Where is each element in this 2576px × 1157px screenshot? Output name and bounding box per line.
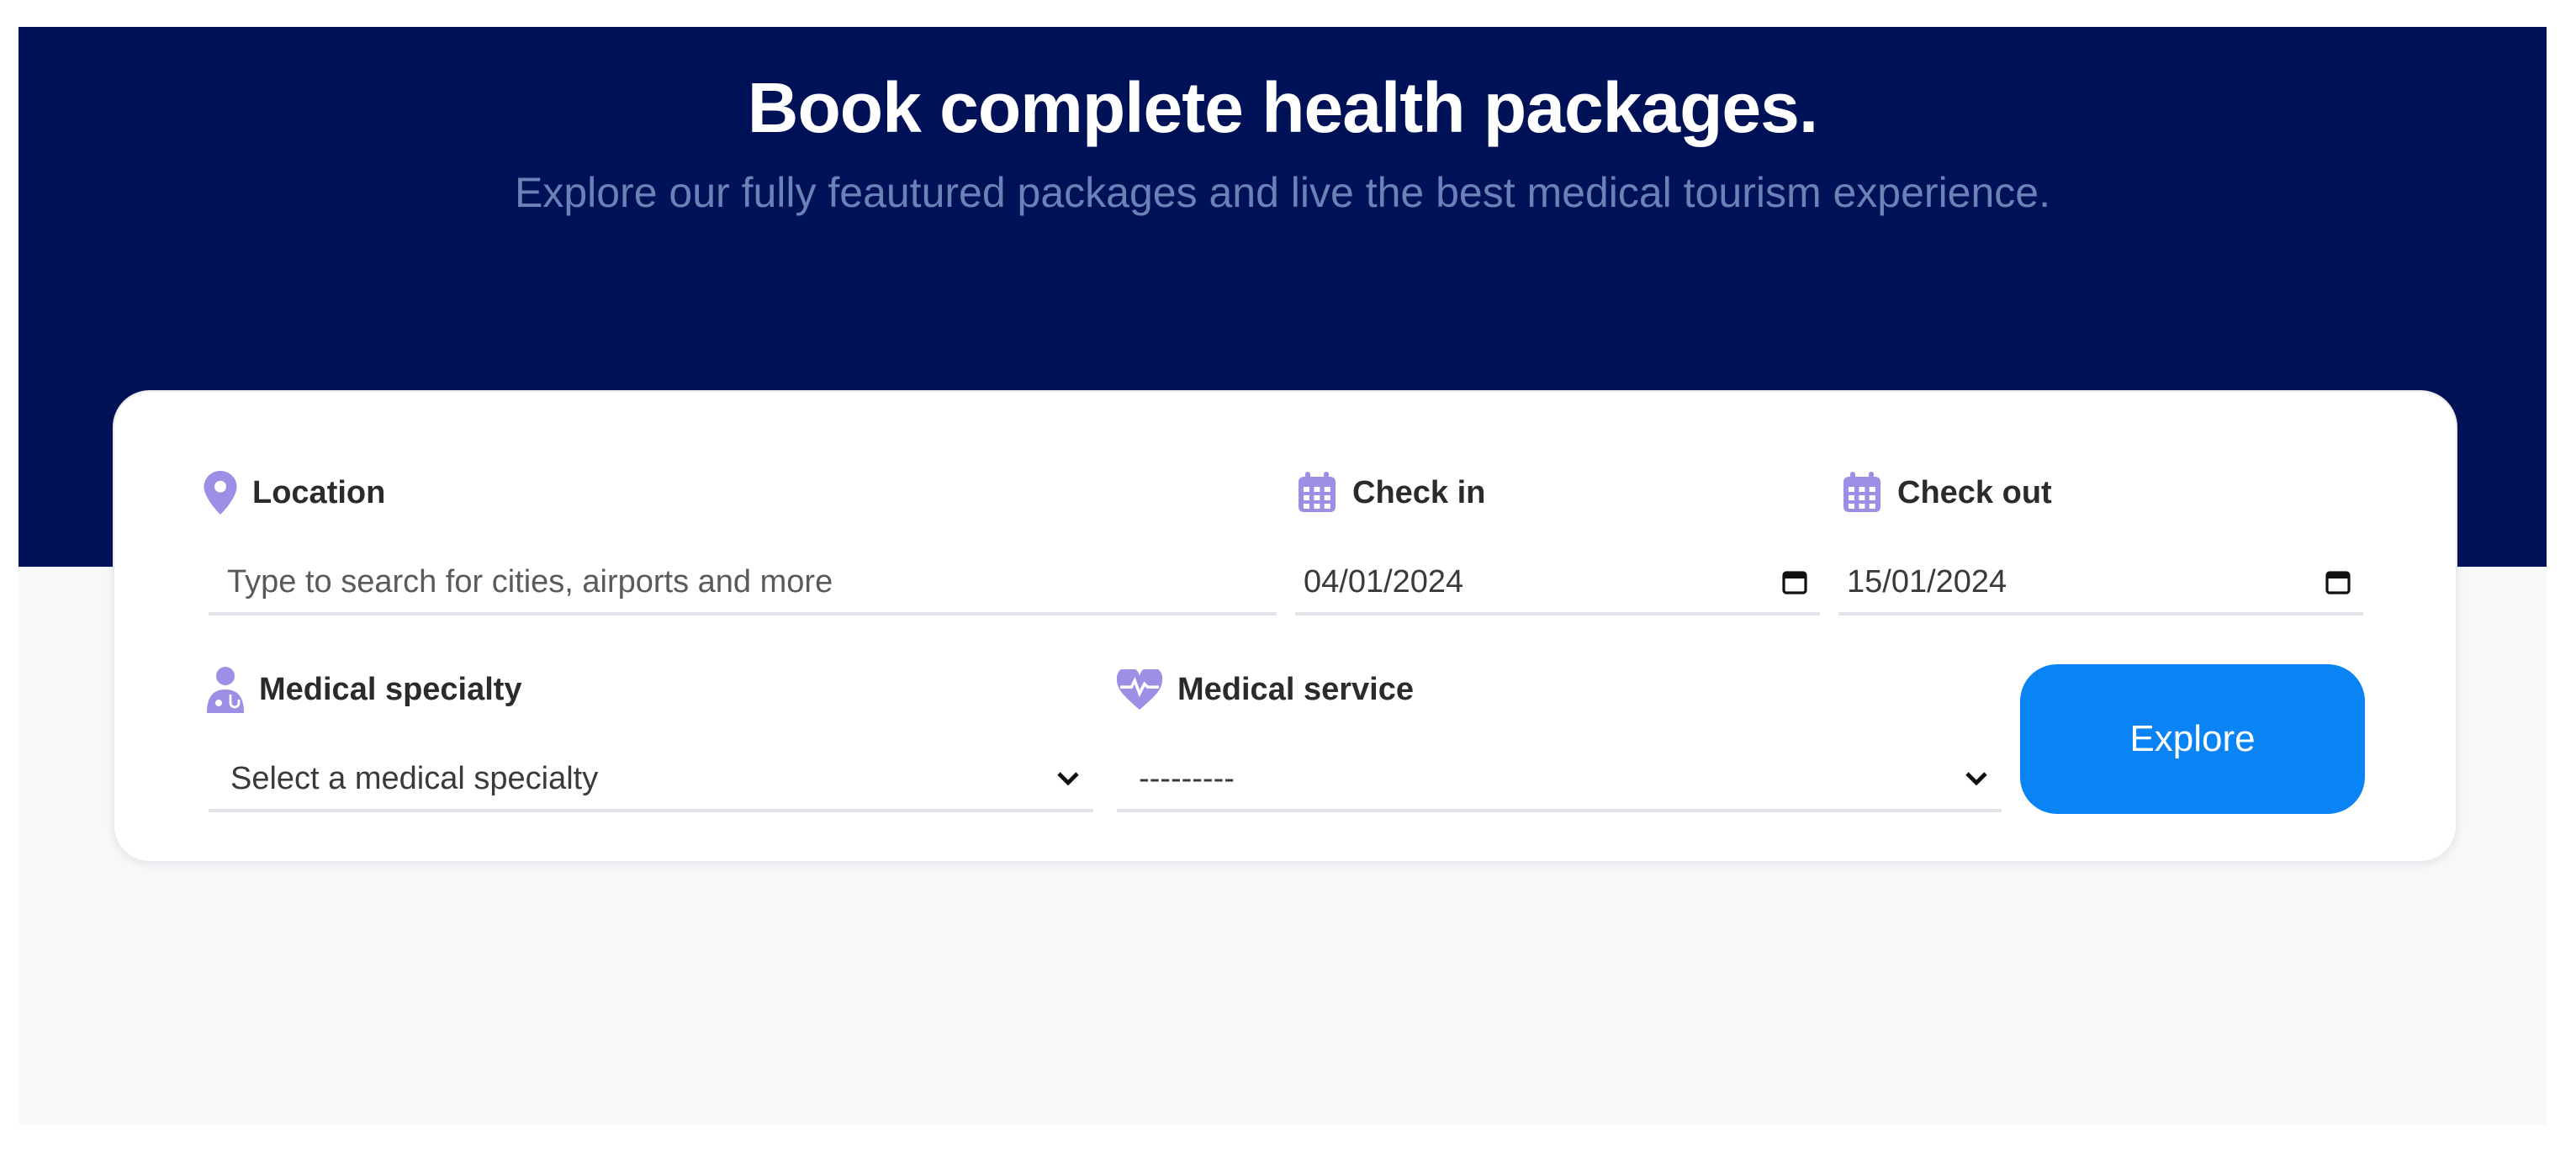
chevron-down-icon[interactable] xyxy=(1043,770,1093,787)
medical-specialty-select[interactable]: Select a medical specialty xyxy=(209,748,1093,812)
medical-service-value: --------- xyxy=(1139,760,1235,796)
chevron-down-icon[interactable] xyxy=(1951,770,2002,787)
check-out-label: Check out xyxy=(1842,468,2052,518)
calendar-icon xyxy=(1842,472,1882,514)
medical-specialty-value: Select a medical specialty xyxy=(230,760,599,796)
location-field[interactable] xyxy=(209,552,1277,615)
location-label-text: Location xyxy=(252,474,386,510)
calendar-picker-icon[interactable] xyxy=(1769,568,1820,595)
check-in-label: Check in xyxy=(1297,468,1485,518)
medical-service-select[interactable]: --------- xyxy=(1117,748,2002,812)
check-out-field[interactable]: 15/01/2024 xyxy=(1838,552,2363,615)
explore-button[interactable]: Explore xyxy=(2020,664,2365,814)
map-pin-icon xyxy=(204,471,237,515)
search-card: Location Check in 04/01/2024 xyxy=(113,390,2457,863)
location-input[interactable] xyxy=(209,563,1277,600)
check-in-field[interactable]: 04/01/2024 xyxy=(1295,552,1820,615)
check-in-value: 04/01/2024 xyxy=(1304,563,1464,600)
check-out-value: 15/01/2024 xyxy=(1847,563,2007,600)
check-in-label-text: Check in xyxy=(1352,474,1486,510)
doctor-icon xyxy=(207,666,244,713)
hero-title: Book complete health packages. xyxy=(747,68,1818,147)
medical-specialty-label: Medical specialty xyxy=(207,664,522,715)
calendar-picker-icon[interactable] xyxy=(2313,568,2363,595)
location-label: Location xyxy=(204,468,385,518)
check-out-label-text: Check out xyxy=(1897,474,2052,510)
hero-subtitle: Explore our fully feautured packages and… xyxy=(514,169,2050,216)
medical-specialty-label-text: Medical specialty xyxy=(259,671,522,707)
calendar-icon xyxy=(1297,472,1337,514)
medical-service-label: Medical service xyxy=(1117,664,1414,715)
medical-service-label-text: Medical service xyxy=(1177,671,1414,707)
heartbeat-icon xyxy=(1117,669,1162,710)
